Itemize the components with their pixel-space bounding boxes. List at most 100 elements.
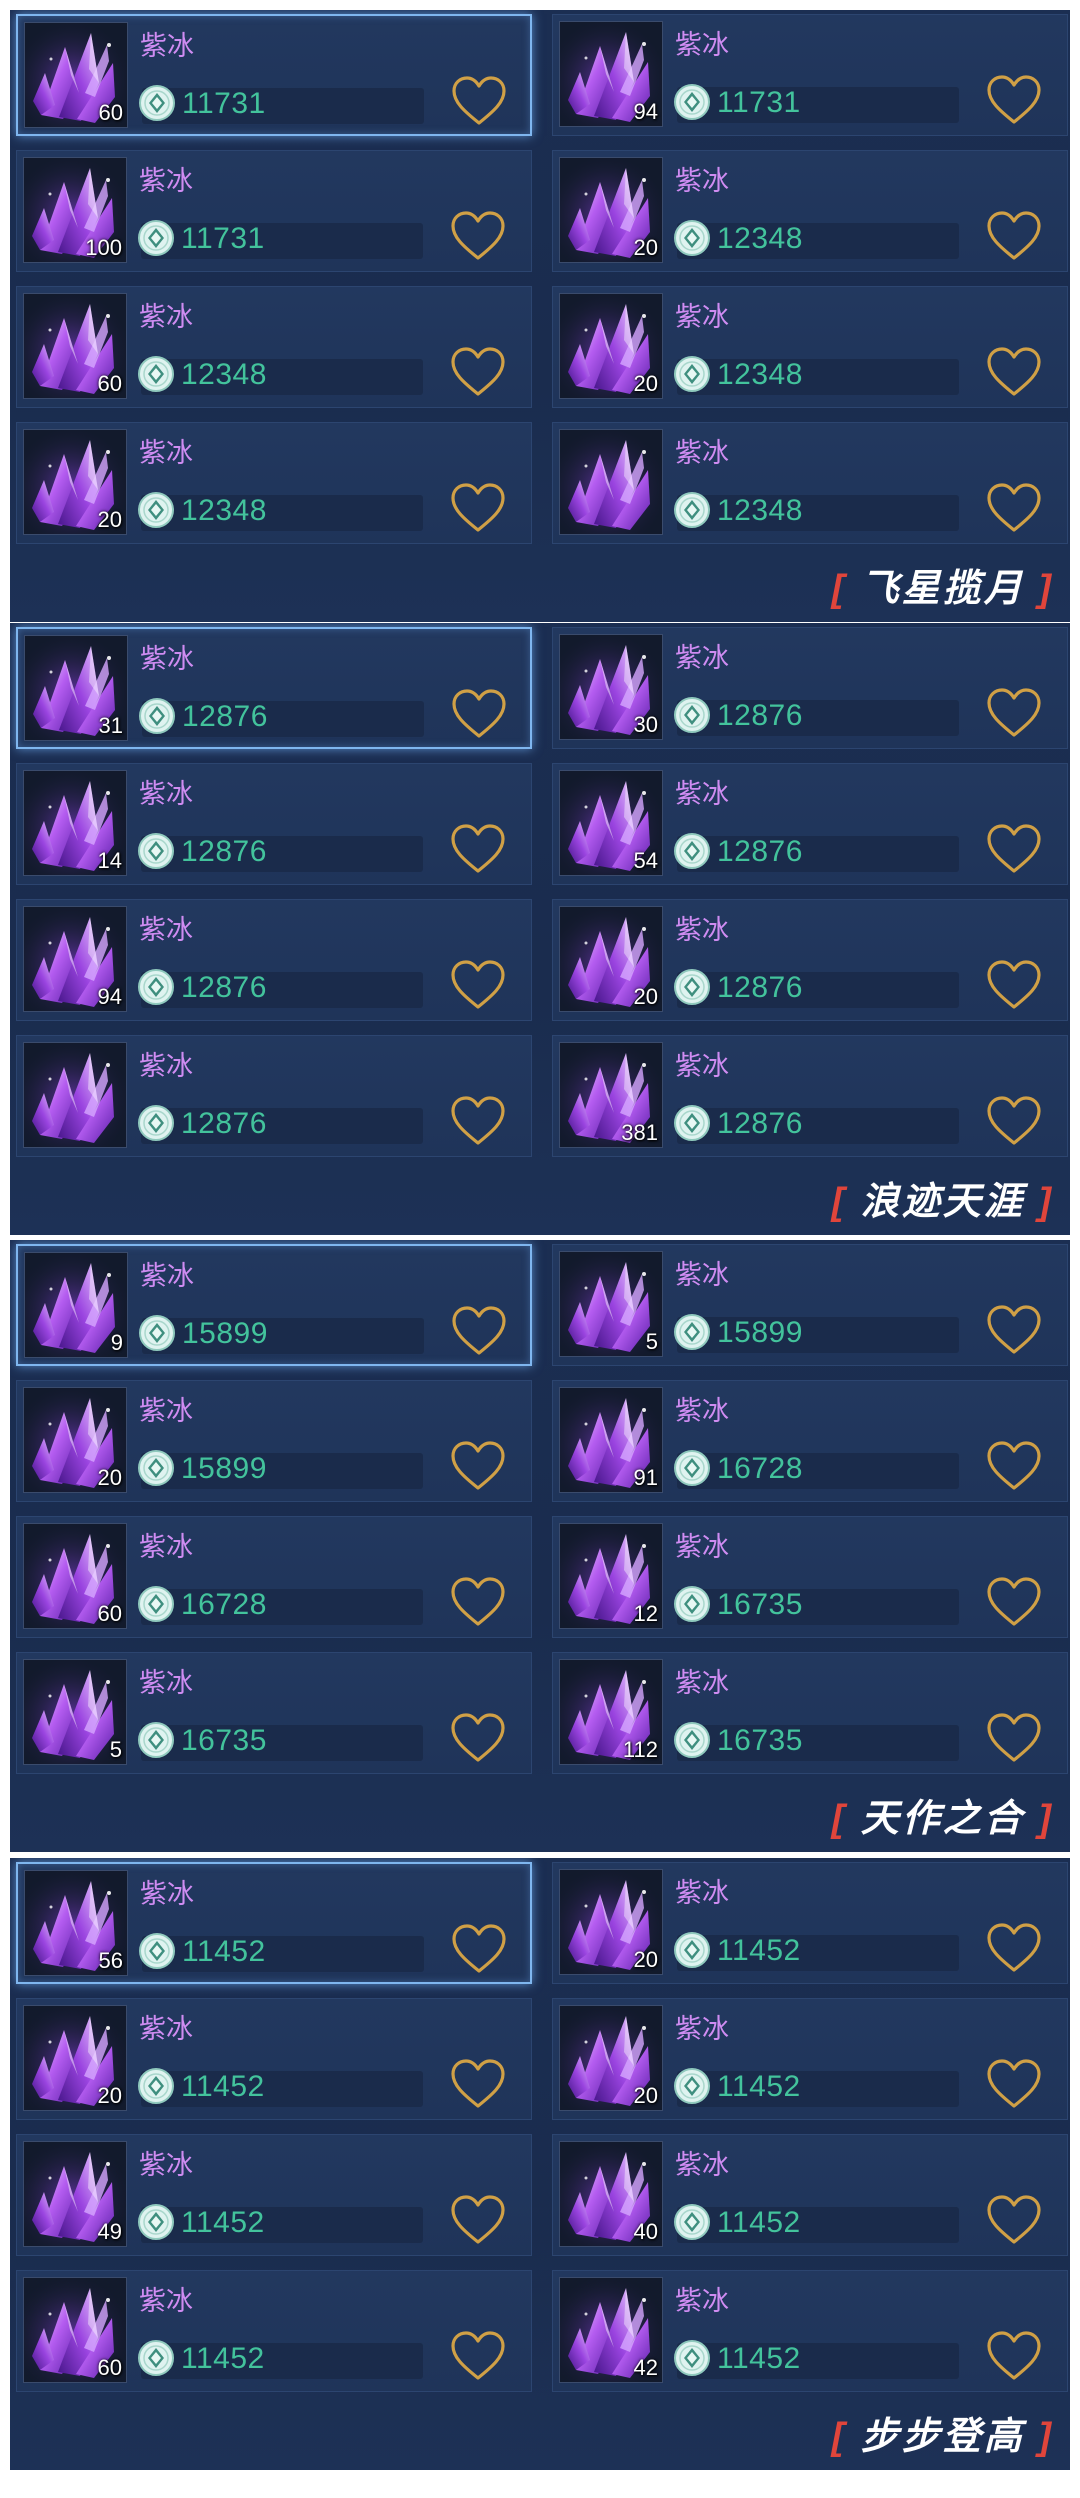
item-slot[interactable]: 31 紫冰 12876 <box>16 627 532 749</box>
item-slot[interactable]: 56 紫冰 11452 <box>16 1862 532 1984</box>
item-slot[interactable]: 20 紫冰 12348 <box>16 422 532 544</box>
heart-icon[interactable] <box>450 1304 508 1358</box>
item-slot[interactable]: 91 紫冰 16728 <box>552 1380 1068 1502</box>
heart-icon[interactable] <box>449 2193 507 2247</box>
item-slot[interactable]: 20 紫冰 15899 <box>16 1380 532 1502</box>
item-thumbnail[interactable]: 30 <box>559 634 663 740</box>
item-thumbnail[interactable]: 94 <box>23 906 127 1012</box>
heart-icon[interactable] <box>985 2057 1043 2111</box>
item-name: 紫冰 <box>675 2150 729 2180</box>
item-slot[interactable]: 54 紫冰 12876 <box>552 763 1068 885</box>
item-slot[interactable]: 112 紫冰 16735 <box>552 1652 1068 1774</box>
item-thumbnail[interactable]: 9 <box>24 1252 128 1358</box>
item-thumbnail[interactable]: 20 <box>559 2005 663 2111</box>
heart-icon[interactable] <box>449 958 507 1012</box>
item-slot[interactable]: 94 紫冰 12876 <box>16 899 532 1021</box>
item-thumbnail[interactable]: 31 <box>24 635 128 741</box>
heart-icon[interactable] <box>985 1921 1043 1975</box>
item-slot[interactable]: 20 紫冰 11452 <box>552 1998 1068 2120</box>
heart-icon[interactable] <box>449 822 507 876</box>
item-slot[interactable]: 60 紫冰 11452 <box>16 2270 532 2392</box>
item-slot[interactable]: 12 紫冰 16735 <box>552 1516 1068 1638</box>
item-thumbnail[interactable]: 60 <box>24 22 128 128</box>
heart-icon[interactable] <box>985 958 1043 1012</box>
heart-icon[interactable] <box>985 1439 1043 1493</box>
heart-icon[interactable] <box>450 687 508 741</box>
heart-icon[interactable] <box>449 345 507 399</box>
item-thumbnail[interactable]: 91 <box>559 1387 663 1493</box>
item-slot[interactable]: 49 紫冰 11452 <box>16 2134 532 2256</box>
heart-icon[interactable] <box>449 2057 507 2111</box>
item-slot[interactable]: 60 紫冰 11731 <box>16 14 532 136</box>
item-thumbnail[interactable]: 60 <box>23 2277 127 2383</box>
heart-icon[interactable] <box>449 481 507 535</box>
heart-icon[interactable] <box>449 209 507 263</box>
item-slot[interactable]: 60 紫冰 16728 <box>16 1516 532 1638</box>
item-slot[interactable]: 5 紫冰 16735 <box>16 1652 532 1774</box>
item-thumbnail[interactable] <box>23 1042 127 1148</box>
item-thumbnail[interactable] <box>559 429 663 535</box>
item-thumbnail[interactable]: 381 <box>559 1042 663 1148</box>
item-thumbnail[interactable]: 5 <box>23 1659 127 1765</box>
item-name: 紫冰 <box>675 1878 729 1908</box>
item-thumbnail[interactable]: 60 <box>23 293 127 399</box>
item-slot[interactable]: 紫冰 12876 <box>16 1035 532 1157</box>
item-thumbnail[interactable]: 20 <box>559 293 663 399</box>
heart-icon[interactable] <box>449 1575 507 1629</box>
heart-icon[interactable] <box>985 345 1043 399</box>
heart-icon[interactable] <box>449 1711 507 1765</box>
item-slot[interactable]: 40 紫冰 11452 <box>552 2134 1068 2256</box>
item-slot[interactable]: 20 紫冰 11452 <box>16 1998 532 2120</box>
item-thumbnail[interactable]: 12 <box>559 1523 663 1629</box>
jade-coin-icon <box>674 697 710 733</box>
heart-icon[interactable] <box>985 2193 1043 2247</box>
item-slot[interactable]: 5 紫冰 15899 <box>552 1244 1068 1366</box>
item-slot[interactable]: 14 紫冰 12876 <box>16 763 532 885</box>
heart-icon[interactable] <box>985 2329 1043 2383</box>
heart-icon[interactable] <box>449 2329 507 2383</box>
item-slot[interactable]: 20 紫冰 12348 <box>552 286 1068 408</box>
item-thumbnail[interactable]: 14 <box>23 770 127 876</box>
heart-icon[interactable] <box>450 1922 508 1976</box>
heart-icon[interactable] <box>450 74 508 128</box>
item-slot[interactable]: 94 紫冰 11731 <box>552 14 1068 136</box>
item-slot[interactable]: 42 紫冰 11452 <box>552 2270 1068 2392</box>
purple-crystal-icon <box>560 430 662 534</box>
item-thumbnail[interactable]: 40 <box>559 2141 663 2247</box>
heart-icon[interactable] <box>985 209 1043 263</box>
heart-icon[interactable] <box>985 481 1043 535</box>
item-slot[interactable]: 9 紫冰 15899 <box>16 1244 532 1366</box>
item-thumbnail[interactable]: 60 <box>23 1523 127 1629</box>
item-thumbnail[interactable]: 20 <box>23 429 127 535</box>
heart-icon[interactable] <box>985 686 1043 740</box>
heart-icon[interactable] <box>985 1575 1043 1629</box>
item-slot[interactable]: 60 紫冰 12348 <box>16 286 532 408</box>
item-slot[interactable]: 20 紫冰 12348 <box>552 150 1068 272</box>
item-slot[interactable]: 20 紫冰 12876 <box>552 899 1068 1021</box>
item-slot[interactable]: 紫冰 12348 <box>552 422 1068 544</box>
item-thumbnail[interactable]: 20 <box>559 906 663 1012</box>
item-slot[interactable]: 20 紫冰 11452 <box>552 1862 1068 1984</box>
item-thumbnail[interactable]: 20 <box>23 1387 127 1493</box>
item-thumbnail[interactable]: 94 <box>559 21 663 127</box>
item-thumbnail[interactable]: 112 <box>559 1659 663 1765</box>
heart-icon[interactable] <box>985 1094 1043 1148</box>
item-thumbnail[interactable]: 54 <box>559 770 663 876</box>
heart-icon[interactable] <box>449 1094 507 1148</box>
item-slot[interactable]: 381 紫冰 12876 <box>552 1035 1068 1157</box>
item-thumbnail[interactable]: 20 <box>559 157 663 263</box>
item-thumbnail[interactable]: 5 <box>559 1251 663 1357</box>
heart-icon[interactable] <box>449 1439 507 1493</box>
heart-icon[interactable] <box>985 1711 1043 1765</box>
item-thumbnail[interactable]: 49 <box>23 2141 127 2247</box>
heart-icon[interactable] <box>985 822 1043 876</box>
item-thumbnail[interactable]: 20 <box>559 1869 663 1975</box>
item-slot[interactable]: 30 紫冰 12876 <box>552 627 1068 749</box>
item-thumbnail[interactable]: 20 <box>23 2005 127 2111</box>
item-thumbnail[interactable]: 100 <box>23 157 127 263</box>
heart-icon[interactable] <box>985 73 1043 127</box>
item-thumbnail[interactable]: 56 <box>24 1870 128 1976</box>
item-slot[interactable]: 100 紫冰 11731 <box>16 150 532 272</box>
item-thumbnail[interactable]: 42 <box>559 2277 663 2383</box>
heart-icon[interactable] <box>985 1303 1043 1357</box>
